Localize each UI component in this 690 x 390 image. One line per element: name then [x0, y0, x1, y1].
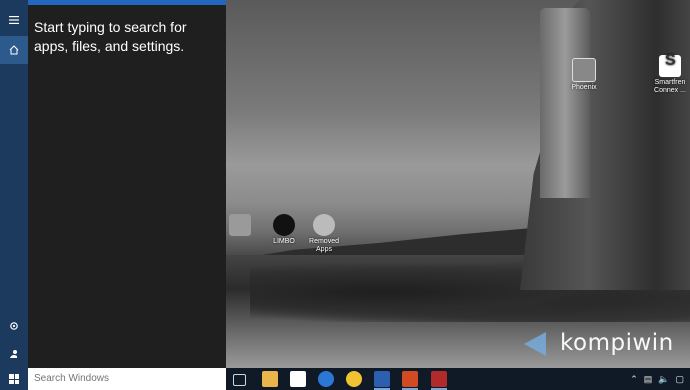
start-button[interactable] — [0, 368, 28, 390]
smartfren-icon — [659, 55, 681, 77]
home-icon[interactable] — [0, 36, 28, 64]
powerpoint-icon[interactable] — [402, 371, 418, 387]
search-prompt: Start typing to search for apps, files, … — [34, 19, 187, 54]
desktop-icon-smartfren[interactable]: Smartfren Connex ... — [648, 55, 690, 95]
limbo-icon — [273, 214, 295, 236]
chevron-up-icon[interactable]: ⌃ — [630, 374, 638, 385]
desktop-icon-partial[interactable] — [222, 214, 258, 238]
watermark: kompiwin — [520, 328, 674, 358]
panel-accent-bar — [28, 0, 226, 5]
system-tray: ⌃ ▤ 🔈 ▢ — [630, 368, 684, 390]
start-nav-rail — [0, 0, 28, 368]
phoenix-icon — [572, 58, 596, 82]
network-icon[interactable]: ▤ — [644, 374, 653, 385]
edge-icon[interactable] — [318, 371, 334, 387]
hamburger-menu-icon[interactable] — [0, 6, 28, 34]
search-input[interactable] — [28, 368, 220, 389]
word-icon[interactable] — [374, 371, 390, 387]
chrome-icon — [313, 214, 335, 236]
wallpaper-tower — [540, 8, 590, 198]
task-view-icon[interactable] — [233, 374, 246, 386]
settings-icon[interactable] — [0, 312, 28, 340]
store-icon[interactable] — [290, 371, 306, 387]
search-panel: Start typing to search for apps, files, … — [28, 0, 226, 368]
desktop-icon-limbo[interactable]: LIMBO — [262, 214, 306, 246]
desktop-icon-label: Smartfren Connex ... — [654, 79, 686, 94]
windows-logo-icon — [9, 374, 19, 384]
feedback-icon[interactable] — [0, 340, 28, 368]
kompiwin-logo-icon — [520, 328, 560, 358]
file-explorer-icon[interactable] — [262, 371, 278, 387]
desktop-icon-label: Phoenix — [571, 84, 597, 91]
desktop-icon-phoenix[interactable]: Phoenix — [562, 58, 606, 92]
volume-icon[interactable]: 🔈 — [658, 374, 669, 385]
app-icon[interactable] — [346, 371, 362, 387]
acrobat-icon[interactable] — [431, 371, 447, 387]
desktop-icon-removed-apps[interactable]: Removed Apps — [302, 214, 346, 254]
notification-icon[interactable]: ▢ — [675, 374, 684, 385]
desktop-icon-label: LIMBO — [273, 238, 295, 245]
watermark-text: kompiwin — [560, 330, 674, 356]
search-box[interactable] — [28, 368, 226, 390]
desktop-icon-label: Removed Apps — [309, 238, 339, 253]
app-shortcut-icon — [229, 214, 251, 236]
